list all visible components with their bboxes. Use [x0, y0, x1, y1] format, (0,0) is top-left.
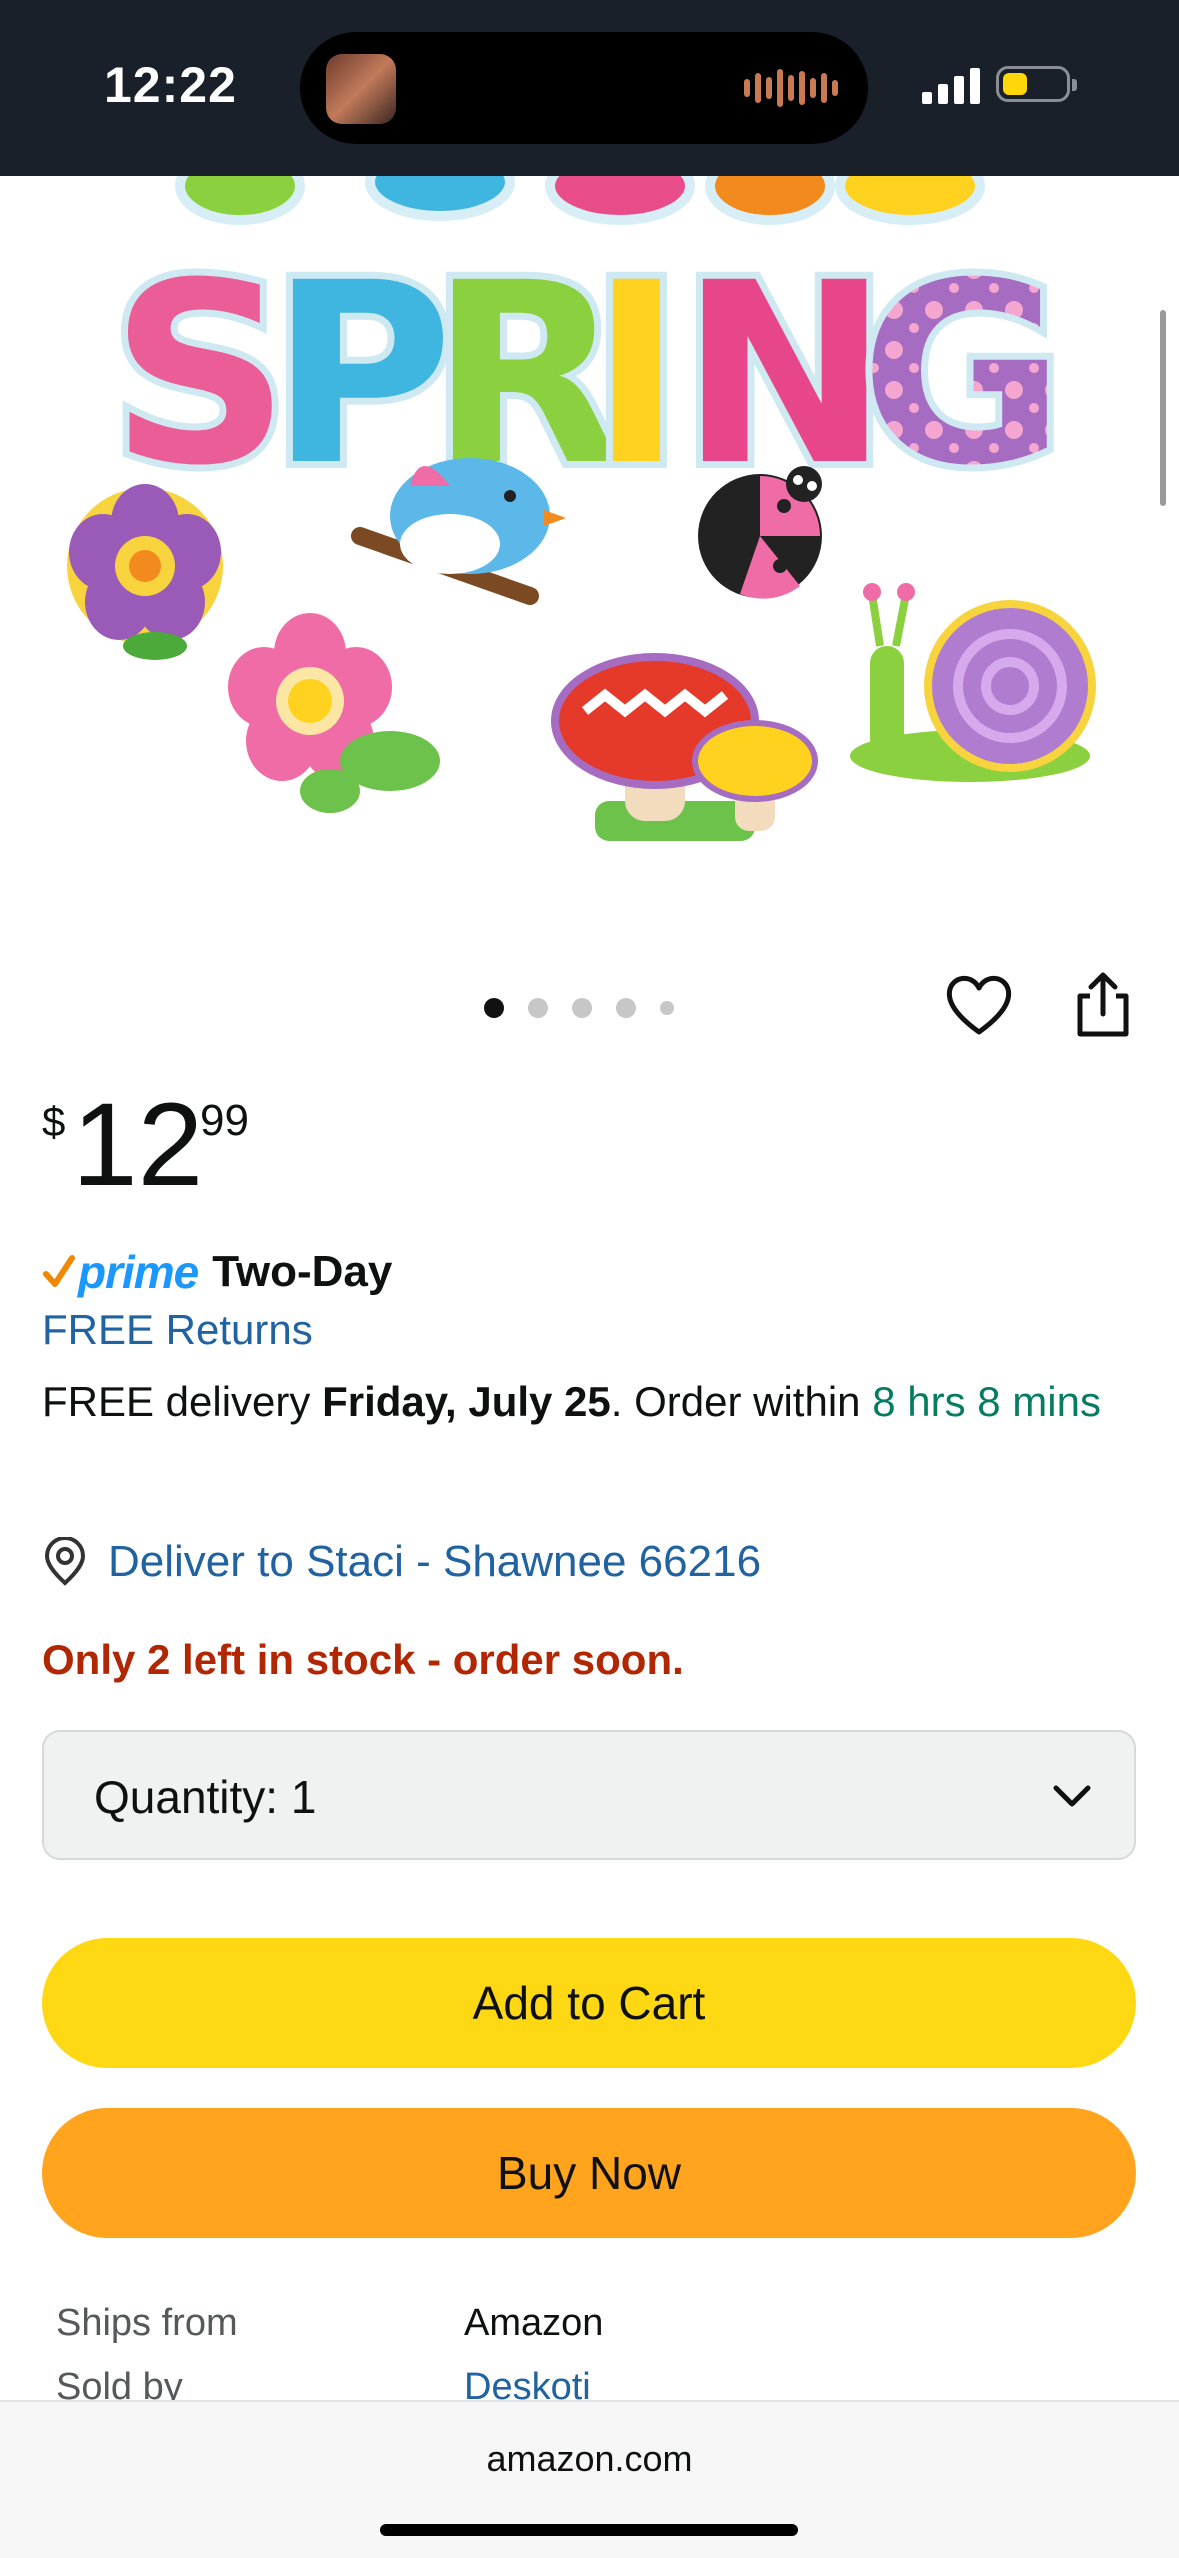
free-returns-link[interactable]: FREE Returns	[42, 1306, 313, 1354]
carousel-dot[interactable]	[528, 998, 548, 1018]
quantity-text: Quantity: 1	[94, 1770, 316, 1824]
chevron-down-icon	[1053, 1785, 1091, 1807]
prime-check-icon	[43, 1255, 75, 1287]
carousel-dot[interactable]	[616, 998, 636, 1018]
deliver-to-location[interactable]: Deliver to Staci - Shawnee 66216	[42, 1532, 761, 1592]
dynamic-island[interactable]	[300, 32, 868, 144]
heart-icon[interactable]	[944, 972, 1014, 1038]
price-fraction: 99	[200, 1096, 249, 1145]
location-pin-icon	[44, 1537, 86, 1586]
battery-icon	[996, 66, 1077, 102]
prime-badge: prime Two-Day	[42, 1242, 392, 1302]
quantity-dropdown[interactable]: Quantity: 1	[42, 1730, 1136, 1860]
delivery-date: Friday, July 25	[322, 1378, 611, 1425]
add-to-cart-button[interactable]: Add to Cart	[42, 1938, 1136, 2068]
delivery-mid: . Order within	[610, 1378, 873, 1425]
price-whole: 12	[72, 1079, 204, 1211]
ships-from-value: Amazon	[464, 2302, 604, 2344]
home-indicator[interactable]	[380, 2524, 798, 2536]
product-image[interactable]: S P R I N G	[0, 176, 1179, 876]
ships-from-label: Ships from	[56, 2302, 238, 2344]
svg-text:I: I	[590, 229, 683, 520]
prime-logo: prime	[78, 1246, 199, 1298]
svg-text:S: S	[110, 229, 290, 520]
delivery-info: FREE delivery Friday, July 25. Order wit…	[42, 1372, 1142, 1432]
deliver-to-link[interactable]: Deliver to Staci - Shawnee 66216	[108, 1537, 761, 1587]
carousel-dot[interactable]	[572, 998, 592, 1018]
svg-text:N: N	[680, 229, 889, 520]
delivery-prefix: FREE delivery	[42, 1378, 323, 1425]
browser-address-bar[interactable]: amazon.com	[0, 2400, 1179, 2558]
now-playing-thumbnail	[326, 54, 396, 124]
delivery-countdown: 8 hrs 8 mins	[872, 1378, 1101, 1425]
share-icon[interactable]	[1072, 970, 1134, 1040]
status-bar: 12:22	[0, 0, 1179, 176]
carousel-dot[interactable]	[484, 998, 504, 1018]
svg-text:G: G	[860, 229, 1065, 520]
carousel-dot[interactable]	[660, 1001, 674, 1015]
prime-two-day: Two-Day	[212, 1247, 393, 1296]
spring-cutouts-image: S P R I N G	[67, 176, 1096, 841]
image-carousel-dots[interactable]	[484, 998, 674, 1018]
address-url[interactable]: amazon.com	[0, 2438, 1179, 2480]
quantity-value: 1	[290, 1771, 317, 1823]
price-currency: $	[42, 1098, 66, 1145]
page-scrollbar[interactable]	[1160, 310, 1166, 506]
audio-waveform-icon	[744, 66, 838, 110]
status-time: 12:22	[104, 57, 237, 113]
cellular-signal-icon	[922, 64, 980, 104]
quantity-label: Quantity:	[94, 1771, 279, 1823]
stock-warning: Only 2 left in stock - order soon.	[42, 1636, 684, 1683]
buy-now-button[interactable]: Buy Now	[42, 2108, 1136, 2238]
